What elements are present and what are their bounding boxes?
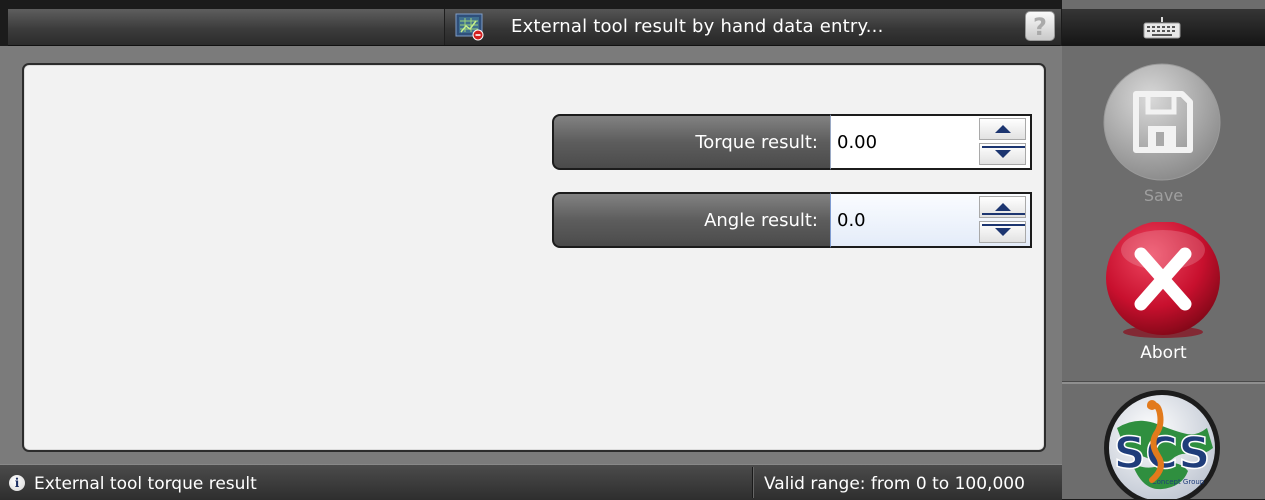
company-logo: SCS Concept Group: [1092, 388, 1232, 499]
main-frame: Torque result: Angle result:: [0, 46, 1062, 464]
title-group: External tool result by hand data entry.…: [444, 9, 1061, 45]
close-icon: [1106, 222, 1220, 338]
torque-spinner: [979, 118, 1028, 166]
angle-decrement-button[interactable]: [979, 221, 1026, 243]
status-bar: i External tool torque result Valid rang…: [0, 464, 1062, 500]
torque-decrement-bar: [982, 146, 1025, 148]
abort-button[interactable]: Abort: [1062, 222, 1265, 380]
torque-increment-button[interactable]: [979, 118, 1026, 140]
help-button[interactable]: ?: [1025, 11, 1055, 41]
keyboard-button[interactable]: [1062, 9, 1265, 46]
angle-increment-bar: [982, 213, 1025, 215]
keyboard-icon: [1143, 17, 1181, 39]
torque-label: Torque result:: [695, 132, 818, 153]
sidebar-divider: [1062, 381, 1265, 384]
save-label: Save: [1143, 186, 1184, 205]
title-bar: External tool result by hand data entry.…: [8, 9, 1061, 46]
angle-decrement-bar: [982, 224, 1025, 226]
save-button[interactable]: Save: [1062, 62, 1265, 222]
table-entry-icon: [455, 13, 484, 41]
torque-label-box: Torque result:: [552, 114, 830, 170]
status-message: External tool torque result: [34, 474, 257, 494]
entry-panel: Torque result: Angle result:: [22, 63, 1046, 452]
company-logo-graphic: SCS Concept Group: [1104, 390, 1220, 499]
valid-range-text: Valid range: from 0 to 100,000: [764, 474, 1025, 494]
angle-row: Angle result:: [552, 192, 1032, 248]
abort-label: Abort: [1140, 343, 1187, 363]
action-sidebar: Save Abort SCS Concept Group: [1062, 0, 1265, 499]
angle-label: Angle result:: [704, 210, 818, 231]
torque-row: Torque result:: [552, 114, 1032, 170]
info-icon: i: [9, 475, 25, 491]
window-title: External tool result by hand data entry.…: [511, 16, 884, 37]
floppy-disk-icon: [1103, 63, 1221, 181]
logo-subtext: Concept Group: [1152, 478, 1205, 486]
status-divider: [752, 467, 754, 498]
angle-label-box: Angle result:: [552, 192, 830, 248]
torque-decrement-button[interactable]: [979, 143, 1026, 165]
angle-spinner: [979, 196, 1028, 244]
angle-increment-button[interactable]: [979, 196, 1026, 218]
